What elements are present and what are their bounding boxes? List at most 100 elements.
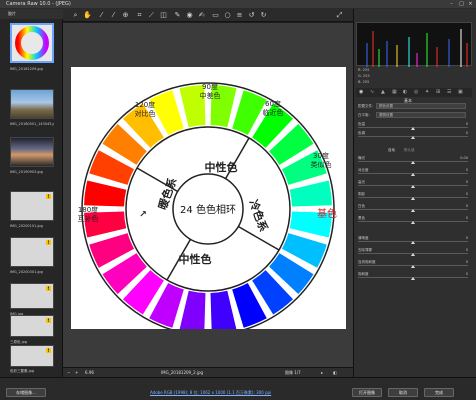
- tab-calibration-icon[interactable]: ⊞: [436, 89, 440, 95]
- list-icon[interactable]: ≡: [235, 11, 244, 20]
- segment-label-top: 中性色: [205, 160, 238, 174]
- maximize-icon[interactable]: □: [458, 1, 465, 7]
- target-adjust-tool-icon[interactable]: ⊕: [121, 11, 130, 20]
- histogram-g: G: 255: [358, 74, 370, 78]
- slider-value[interactable]: 0: [466, 192, 468, 196]
- base-color-label: 基色: [317, 207, 337, 220]
- slider-value[interactable]: 0: [466, 131, 468, 135]
- crop-tool-icon[interactable]: ⌗: [135, 11, 144, 20]
- slider-5[interactable]: 阴影 0: [358, 192, 468, 200]
- slider-7[interactable]: 黑色 0: [358, 216, 468, 224]
- rotate-ccw-icon[interactable]: ↺: [247, 11, 256, 20]
- filmstrip-thumb-1[interactable]: IMG_20180501_143045.jpg: [10, 89, 54, 129]
- zoom-tool-icon[interactable]: ⌕: [71, 11, 80, 20]
- slider-handle[interactable]: [411, 209, 415, 212]
- slider-value[interactable]: 0: [466, 272, 468, 276]
- title-bar: Camera Raw 10.0 - (JPEG) – □ ×: [0, 0, 476, 9]
- filmstrip-thumb-6[interactable]: ! 三原色.jpg: [10, 315, 54, 345]
- done-button[interactable]: 完成: [424, 388, 454, 397]
- rotate-cw-icon[interactable]: ↻: [259, 11, 268, 20]
- tab-split-toning-icon[interactable]: ◐: [403, 89, 407, 95]
- slider-value[interactable]: 0: [466, 236, 468, 240]
- slider-value[interactable]: 0: [466, 260, 468, 264]
- slider-0[interactable]: 色温 0: [358, 122, 468, 130]
- close-icon[interactable]: ×: [467, 1, 474, 7]
- tab-tone-curve-icon[interactable]: ∿: [370, 89, 374, 95]
- slider-handle[interactable]: [411, 161, 415, 164]
- slider-8[interactable]: 清晰度 0: [358, 236, 468, 244]
- slider-value[interactable]: 0.00: [460, 156, 468, 160]
- slider-value[interactable]: 0: [466, 216, 468, 220]
- tab-hsl-icon[interactable]: ▦: [392, 89, 397, 95]
- slider-4[interactable]: 高光 0: [358, 180, 468, 188]
- profile-select[interactable]: 颜色设置: [376, 103, 466, 109]
- zoom-plus-icon[interactable]: +: [75, 370, 78, 375]
- slider-handle[interactable]: [411, 197, 415, 200]
- zoom-level[interactable]: 6.96: [85, 370, 94, 375]
- white-balance-tool-icon[interactable]: ⁄: [97, 11, 106, 20]
- next-image-icon[interactable]: ▸: [321, 370, 323, 375]
- slider-handle[interactable]: [411, 127, 415, 130]
- tab-basic-icon[interactable]: ◉: [359, 89, 363, 95]
- angle-180-degree: 180度: [78, 205, 98, 214]
- angle-120-name: 对比色: [135, 109, 156, 118]
- warning-icon: !: [46, 318, 51, 323]
- profile-value: 颜色设置: [379, 104, 393, 108]
- slider-value[interactable]: 0: [466, 248, 468, 252]
- thumb-label: IMG_20181209.jpg: [10, 67, 43, 71]
- tab-presets-icon[interactable]: ☰: [447, 89, 451, 95]
- filmstrip-thumb-2[interactable]: IMG_20190903.jpg: [10, 137, 54, 177]
- color-sampler-tool-icon[interactable]: ⁄: [109, 11, 118, 20]
- slider-handle[interactable]: [411, 253, 415, 256]
- open-image-button[interactable]: 打开图像: [352, 388, 382, 397]
- slider-value[interactable]: 0: [466, 204, 468, 208]
- workflow-options-link[interactable]: Adobe RGB (1998); 8 位; 1062 x 1000 (1.1 …: [150, 390, 271, 396]
- filmstrip-thumb-4[interactable]: ! IMG_20200301.jpg: [10, 237, 54, 277]
- fullscreen-icon[interactable]: ⤢: [335, 11, 344, 20]
- slider-6[interactable]: 白色 0: [358, 204, 468, 212]
- graduated-filter-icon[interactable]: ▭: [211, 11, 220, 20]
- slider-1[interactable]: 色调 0: [358, 131, 468, 139]
- slider-value[interactable]: 0: [466, 122, 468, 126]
- zoom-minus-icon[interactable]: −: [67, 370, 70, 375]
- auto-link[interactable]: 自动: [388, 148, 395, 153]
- slider-handle[interactable]: [411, 136, 415, 139]
- slider-11[interactable]: 饱和度 0: [358, 272, 468, 280]
- tab-effects-icon[interactable]: ✦: [425, 89, 429, 95]
- slider-handle[interactable]: [411, 173, 415, 176]
- tab-snapshots-icon[interactable]: ▣: [458, 89, 463, 95]
- slider-9[interactable]: 去除薄雾 0: [358, 248, 468, 256]
- straighten-tool-icon[interactable]: ⟋: [147, 11, 156, 20]
- hand-tool-icon[interactable]: ✋: [83, 11, 92, 20]
- compare-view-icon[interactable]: ◧: [333, 370, 337, 375]
- cancel-button[interactable]: 取消: [388, 388, 418, 397]
- minimize-icon[interactable]: –: [448, 1, 455, 7]
- slider-handle[interactable]: [411, 221, 415, 224]
- slider-10[interactable]: 自然饱和度 0: [358, 260, 468, 268]
- default-link[interactable]: 默认值: [404, 148, 415, 153]
- filmstrip-thumb-3[interactable]: ! IMG_20200101.jpg: [10, 191, 54, 231]
- current-filename: IMG_20181209_2.jpg: [161, 370, 204, 375]
- save-image-button[interactable]: 存储图像...: [6, 388, 46, 397]
- slider-value[interactable]: 0: [466, 180, 468, 184]
- transform-tool-icon[interactable]: ◫: [159, 11, 168, 20]
- thumb-image: [10, 89, 54, 119]
- brush-tool-icon[interactable]: ✍: [197, 11, 206, 20]
- radial-filter-icon[interactable]: ○: [223, 11, 232, 20]
- spot-removal-tool-icon[interactable]: ✎: [173, 11, 182, 20]
- slider-3[interactable]: 对比度 0: [358, 168, 468, 176]
- slider-value[interactable]: 0: [466, 168, 468, 172]
- slider-handle[interactable]: [411, 185, 415, 188]
- tab-lens-icon[interactable]: ◎: [414, 89, 418, 95]
- tool-bar: ⌕ ✋ ⁄ ⁄ ⊕ ⌗ ⟋ ◫ ✎ ◉ ✍ ▭ ○ ≡ ↺ ↻ ⤢: [63, 9, 353, 22]
- filmstrip-thumb-0[interactable]: IMG_20181209.jpg: [10, 23, 54, 73]
- slider-2[interactable]: 曝光 0.00: [358, 156, 468, 164]
- white-balance-select[interactable]: 原照设置: [376, 112, 466, 118]
- slider-handle[interactable]: [411, 241, 415, 244]
- wb-value: 原照设置: [379, 113, 393, 117]
- slider-handle[interactable]: [411, 277, 415, 280]
- filmstrip-thumb-7[interactable]: ! 色彩三要素.jpg: [10, 345, 54, 375]
- red-eye-tool-icon[interactable]: ◉: [185, 11, 194, 20]
- slider-handle[interactable]: [411, 265, 415, 268]
- tab-detail-icon[interactable]: ▲: [381, 89, 385, 95]
